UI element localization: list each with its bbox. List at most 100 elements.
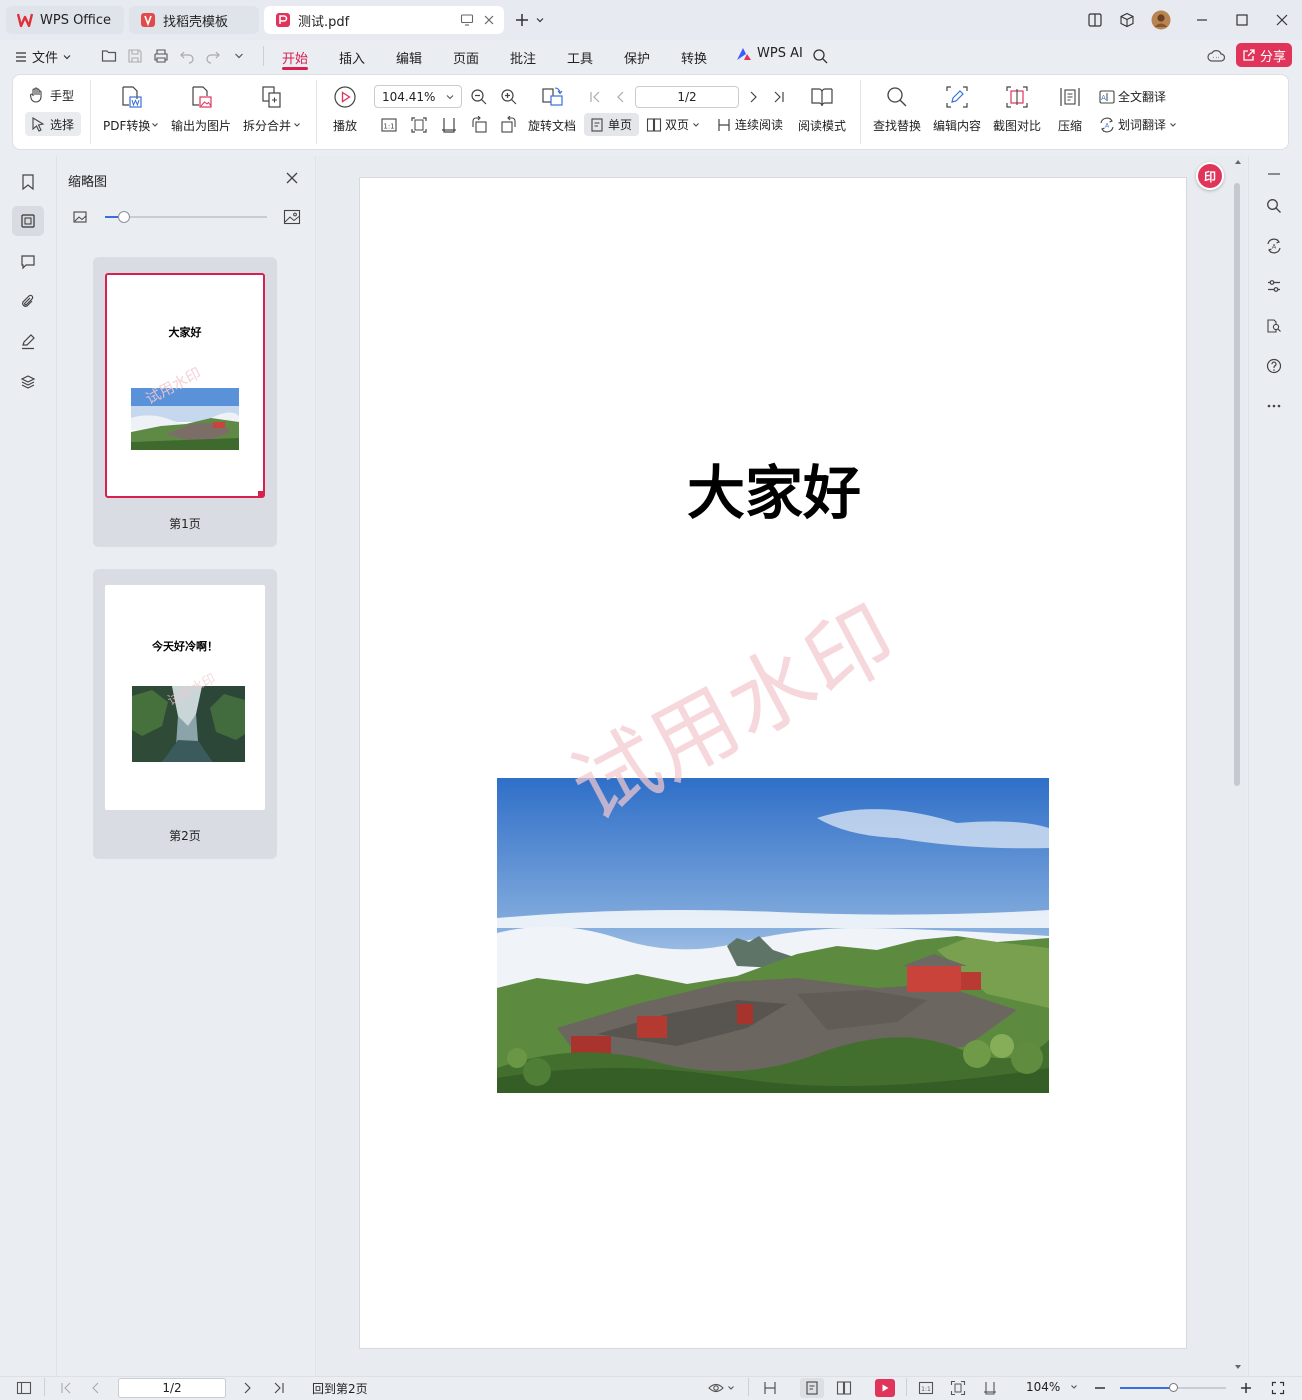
rotate-document-icon[interactable] [540, 85, 564, 109]
small-image-icon[interactable] [72, 210, 88, 224]
tab-start[interactable]: 开始 [282, 48, 308, 67]
search-icon[interactable] [811, 47, 829, 65]
comment-icon[interactable] [18, 252, 38, 272]
close-window-icon[interactable] [1272, 10, 1292, 30]
tab-tools[interactable]: 工具 [567, 48, 593, 67]
zoom-select[interactable]: 104.41% [374, 85, 462, 108]
last-page-icon[interactable] [770, 88, 788, 106]
avatar[interactable] [1151, 10, 1171, 30]
status-page-input[interactable]: 1/2 [118, 1378, 226, 1398]
rotate-document-label[interactable]: 旋转文档 [528, 117, 576, 134]
export-image-icon[interactable] [189, 85, 213, 109]
last-page-icon[interactable] [271, 1380, 287, 1396]
tab-edit[interactable]: 编辑 [396, 48, 422, 67]
single-page-icon[interactable] [804, 1380, 820, 1396]
close-tab-icon[interactable] [482, 13, 496, 27]
find-replace-label[interactable]: 查找替换 [873, 117, 921, 134]
screenshot-compare-label[interactable]: 截图对比 [993, 117, 1041, 134]
continuous-read-button[interactable]: 连续阅读 [716, 116, 783, 133]
collapse-icon[interactable] [1264, 164, 1284, 184]
document-search-icon[interactable] [1264, 316, 1284, 336]
translate-icon[interactable]: A [1264, 236, 1284, 256]
thumbnail-page-2-preview[interactable]: 今天好冷啊！ 试用水印 [105, 585, 265, 810]
redo-icon[interactable] [204, 47, 222, 65]
eye-protection-button[interactable] [708, 1380, 735, 1396]
tab-convert[interactable]: 转换 [681, 48, 707, 67]
split-merge-label[interactable]: 拆分合并 [243, 117, 291, 134]
print-icon[interactable] [152, 47, 170, 65]
continuous-read-icon[interactable] [762, 1380, 778, 1396]
zoom-out-icon[interactable] [470, 88, 488, 106]
previous-page-icon[interactable] [612, 88, 630, 106]
find-replace-icon[interactable] [885, 85, 909, 109]
single-page-button[interactable]: 单页 [584, 113, 639, 136]
zoom-slider-handle[interactable] [1169, 1383, 1178, 1392]
share-button[interactable]: 分享 [1236, 43, 1292, 67]
fit-page-icon[interactable] [410, 116, 428, 134]
pdf-to-word-icon[interactable] [119, 85, 143, 109]
layers-icon[interactable] [18, 372, 38, 392]
scroll-down-arrow[interactable] [1234, 1363, 1242, 1375]
tab-insert[interactable]: 插入 [339, 48, 365, 67]
scroll-up-arrow[interactable] [1234, 158, 1242, 170]
cube-icon[interactable] [1117, 10, 1137, 30]
word-translate-button[interactable]: A 划词翻译 [1099, 116, 1177, 133]
full-translate-button[interactable]: A 全文翻译 [1099, 88, 1166, 105]
signature-icon[interactable] [18, 332, 38, 352]
help-icon[interactable] [1264, 356, 1284, 376]
cloud-icon[interactable] [1207, 47, 1225, 65]
thumbnail-page-1-preview[interactable]: 大家好 试用水印 [105, 273, 265, 498]
fit-width-icon[interactable] [440, 116, 458, 134]
save-icon[interactable] [126, 47, 144, 65]
zoom-in-icon[interactable] [500, 88, 518, 106]
chevron-down-icon[interactable] [230, 47, 248, 65]
large-image-icon[interactable] [283, 208, 301, 226]
wps-ai-button[interactable]: WPS AI [736, 46, 803, 61]
zoom-in-icon[interactable] [1238, 1380, 1254, 1396]
toggle-sidebar-icon[interactable] [16, 1380, 32, 1396]
page-number-input[interactable]: 1/2 [635, 86, 739, 108]
export-image-label[interactable]: 输出为图片 [171, 117, 231, 134]
select-tool-button[interactable]: 选择 [25, 112, 81, 136]
double-page-button[interactable]: 双页 [646, 116, 700, 133]
compress-icon[interactable] [1058, 85, 1082, 109]
tab-test-pdf[interactable]: 测试.pdf [264, 6, 504, 34]
tab-wps-office[interactable]: WPS Office [6, 6, 124, 34]
read-mode-icon[interactable] [810, 85, 834, 109]
tab-protect[interactable]: 保护 [624, 48, 650, 67]
back-to-page-link[interactable]: 回到第2页 [312, 1380, 368, 1397]
bookmark-icon[interactable] [18, 172, 38, 192]
settings-sliders-icon[interactable] [1264, 276, 1284, 296]
play-icon[interactable] [333, 85, 357, 109]
search-icon[interactable] [1264, 196, 1284, 216]
actual-size-icon[interactable]: 1:1 [380, 116, 398, 134]
edit-content-icon[interactable] [945, 85, 969, 109]
close-icon[interactable] [284, 170, 300, 186]
hand-tool-button[interactable]: 手型 [28, 86, 74, 104]
tab-docer[interactable]: 找稻壳模板 [129, 6, 259, 34]
play-label[interactable]: 播放 [333, 117, 357, 134]
previous-page-icon[interactable] [88, 1380, 104, 1396]
compress-label[interactable]: 压缩 [1058, 117, 1082, 134]
monitor-icon[interactable] [460, 13, 474, 27]
thumbnail-icon[interactable] [18, 211, 38, 231]
rotate-left-icon[interactable] [470, 116, 488, 134]
fit-page-icon[interactable] [950, 1380, 966, 1396]
zoom-dropdown[interactable]: 104% [1026, 1380, 1078, 1394]
open-folder-icon[interactable] [100, 47, 118, 65]
read-mode-label[interactable]: 阅读模式 [798, 117, 846, 134]
zoom-out-icon[interactable] [1092, 1380, 1108, 1396]
minimize-icon[interactable] [1192, 10, 1212, 30]
next-page-icon[interactable] [744, 88, 762, 106]
screenshot-compare-icon[interactable] [1005, 85, 1029, 109]
stamp-button[interactable]: 印 [1196, 162, 1224, 190]
split-merge-icon[interactable] [260, 85, 284, 109]
tab-comment[interactable]: 批注 [510, 48, 536, 67]
more-icon[interactable] [1264, 396, 1284, 416]
tab-page[interactable]: 页面 [453, 48, 479, 67]
next-page-icon[interactable] [239, 1380, 255, 1396]
new-tab-icon[interactable] [512, 10, 532, 30]
chevron-down-icon[interactable] [533, 10, 547, 30]
scrollbar-thumb[interactable] [1234, 183, 1240, 786]
actual-size-icon[interactable]: 1:1 [918, 1380, 934, 1396]
